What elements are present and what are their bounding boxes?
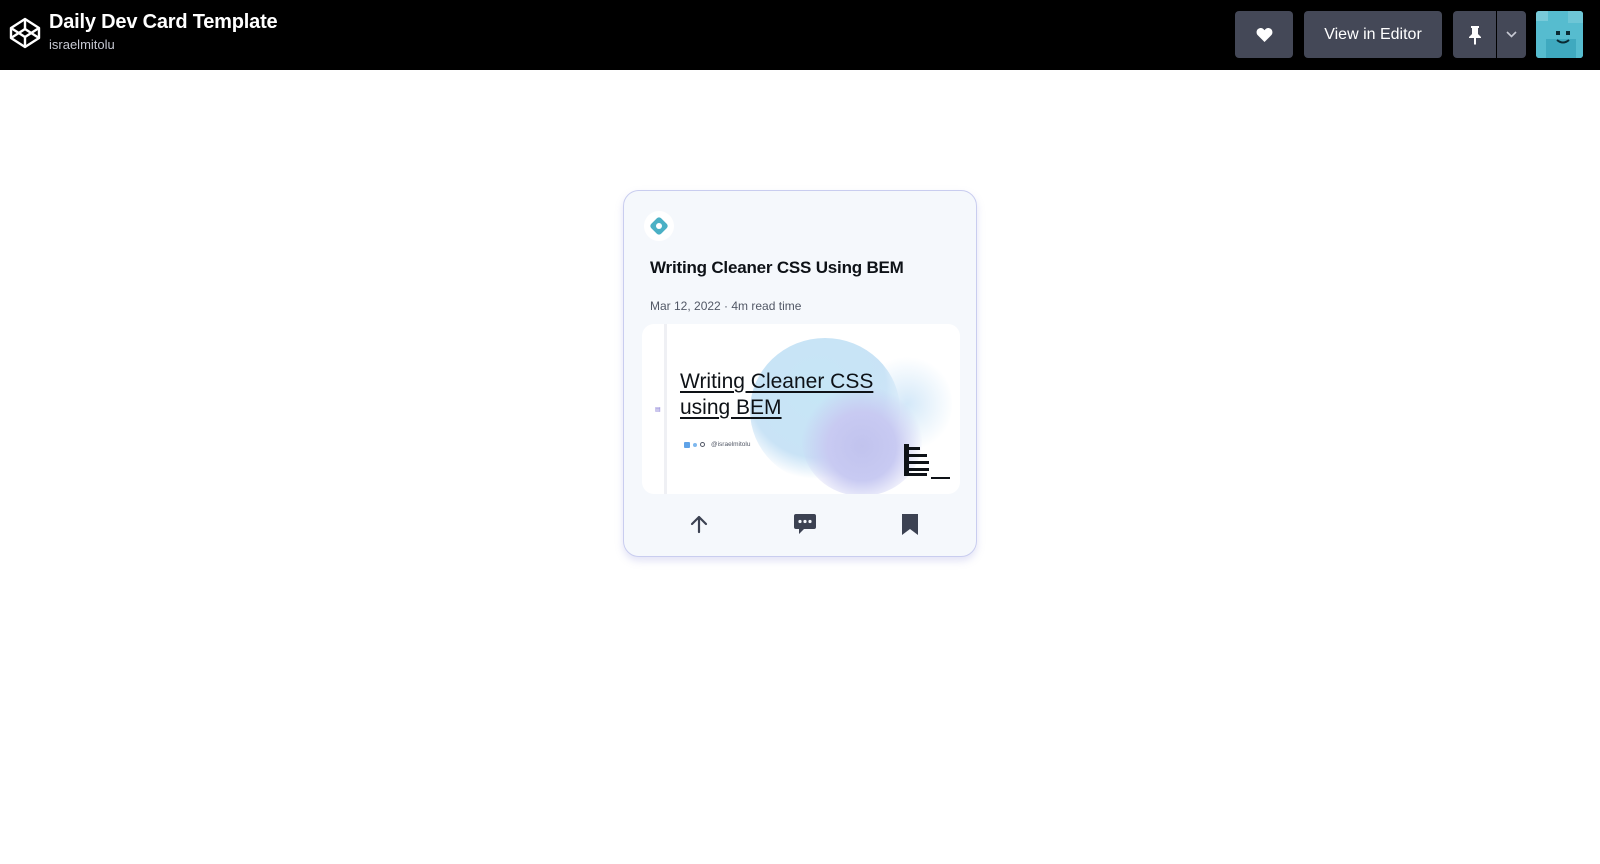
article-card[interactable]: Writing Cleaner CSS Using BEM Mar 12, 20…	[623, 190, 977, 557]
pin-icon	[1468, 25, 1481, 45]
bookmark-icon	[902, 513, 918, 535]
cover-handle: @israelmitolu	[684, 441, 750, 448]
avatar-face-icon	[1536, 11, 1583, 58]
heart-icon	[1256, 28, 1272, 42]
pin-options-button[interactable]	[1497, 11, 1526, 58]
pen-title-block: Daily Dev Card Template israelmitolu	[49, 10, 278, 53]
image-divider	[664, 324, 667, 494]
article-meta: Mar 12, 2022 · 4m read time	[650, 299, 802, 313]
upvote-button[interactable]	[681, 506, 717, 542]
twitter-icon	[693, 442, 697, 447]
upvote-icon	[690, 515, 708, 534]
codepen-logo-icon[interactable]	[9, 17, 41, 49]
image-marker: ▤	[655, 407, 661, 413]
cover-handle-text: @israelmitolu	[711, 441, 751, 448]
linkedin-icon	[684, 441, 690, 448]
bookmark-button[interactable]	[892, 506, 928, 542]
cover-headline: Writing Cleaner CSS using BEM	[680, 370, 874, 419]
comment-icon	[794, 514, 816, 534]
pen-title: Daily Dev Card Template	[49, 11, 278, 33]
pen-author-link[interactable]: israelmitolu	[49, 36, 277, 53]
article-title[interactable]: Writing Cleaner CSS Using BEM	[650, 258, 904, 278]
article-cover-image[interactable]: ▤ Writing Cleaner CSS using BEM @israelm…	[642, 324, 960, 494]
top-bar: Daily Dev Card Template israelmitolu Vie…	[0, 0, 1600, 70]
source-logo[interactable]	[644, 211, 674, 241]
comment-button[interactable]	[787, 506, 823, 542]
brand-mark-icon	[904, 444, 950, 479]
avatar[interactable]	[1536, 11, 1583, 58]
pin-button[interactable]	[1453, 11, 1496, 58]
github-icon	[700, 442, 705, 447]
view-in-editor-button[interactable]: View in Editor	[1304, 11, 1442, 58]
card-actions	[624, 506, 978, 542]
source-logo-icon	[650, 217, 668, 235]
chevron-down-icon	[1506, 31, 1517, 38]
love-button[interactable]	[1235, 11, 1293, 58]
